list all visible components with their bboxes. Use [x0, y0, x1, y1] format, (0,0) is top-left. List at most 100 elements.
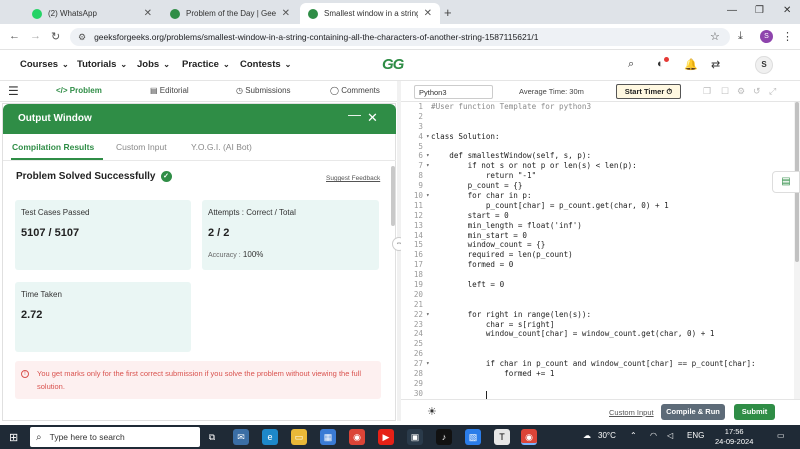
- youtube-icon[interactable]: ▶: [378, 429, 394, 445]
- more-menu-icon[interactable]: ⋮: [782, 30, 793, 43]
- format-icon[interactable]: ☐: [721, 86, 729, 97]
- url-bar[interactable]: ⚙ geeksforgeeks.org/problems/smallest-wi…: [70, 28, 730, 46]
- language-select[interactable]: Python3: [414, 85, 493, 99]
- language-indicator[interactable]: ENG: [687, 431, 704, 440]
- code-line[interactable]: window_count = {}: [431, 240, 791, 250]
- dark-mode-icon[interactable]: ◐: [657, 57, 669, 70]
- hamburger-menu-icon[interactable]: ☰: [8, 84, 19, 98]
- code-line[interactable]: class Solution:: [431, 132, 791, 142]
- lightbulb-icon[interactable]: ☀: [427, 405, 437, 418]
- tab-editorial[interactable]: ▤ Editorial: [150, 86, 189, 95]
- code-line[interactable]: formed += 1: [431, 369, 791, 379]
- code-line[interactable]: for right in range(len(s)):: [431, 310, 791, 320]
- fold-arrow-icon[interactable]: ▾: [426, 132, 430, 142]
- code-line[interactable]: for char in p:: [431, 191, 791, 201]
- restore-window-icon[interactable]: ❐: [755, 5, 764, 16]
- fold-arrow-icon[interactable]: ▾: [426, 310, 430, 320]
- notification-center-icon[interactable]: ▭: [777, 431, 785, 440]
- code-line[interactable]: [431, 270, 791, 280]
- reload-icon[interactable]: ↻: [51, 30, 60, 43]
- code-line[interactable]: char = s[right]: [431, 320, 791, 330]
- system-clock[interactable]: 17:56 24-09-2024: [715, 427, 753, 447]
- fold-arrow-icon[interactable]: ▾: [426, 161, 430, 171]
- fold-arrow-icon[interactable]: ▾: [426, 359, 430, 369]
- tab-problem[interactable]: </> Problem: [56, 86, 102, 95]
- code-line[interactable]: min_start = 0: [431, 231, 791, 241]
- code-line[interactable]: required = len(p_count): [431, 250, 791, 260]
- text-editor-icon[interactable]: T: [494, 429, 510, 445]
- task-view-icon[interactable]: ⧉: [204, 429, 220, 445]
- nav-menu-contests[interactable]: Contests ⌄: [240, 59, 291, 70]
- photos-icon[interactable]: ▧: [465, 429, 481, 445]
- code-line[interactable]: [431, 389, 791, 399]
- left-panel-scrollbar[interactable]: [391, 166, 395, 226]
- code-line[interactable]: [431, 379, 791, 389]
- nav-menu-courses[interactable]: Courses ⌄: [20, 59, 69, 70]
- tiktok-icon[interactable]: ♪: [436, 429, 452, 445]
- minimize-window-icon[interactable]: —: [727, 5, 737, 16]
- code-line[interactable]: [431, 112, 791, 122]
- tab-yogi-ai-bot[interactable]: Y.O.G.I. (AI Bot): [191, 142, 252, 152]
- gfg-logo[interactable]: GG: [382, 56, 404, 73]
- chrome-active-icon[interactable]: ◉: [521, 429, 537, 445]
- back-icon[interactable]: ←: [9, 30, 20, 42]
- chrome-icon[interactable]: ◉: [349, 429, 365, 445]
- site-info-icon[interactable]: ⚙: [78, 32, 86, 43]
- network-icon[interactable]: ◠: [650, 431, 657, 440]
- compile-run-button[interactable]: Compile & Run: [661, 404, 725, 420]
- user-avatar[interactable]: S: [755, 56, 773, 74]
- browser-tab-active[interactable]: Smallest window in a string con ✕: [300, 3, 440, 24]
- suggest-feedback-link[interactable]: Suggest Feedback: [326, 175, 380, 182]
- code-line[interactable]: def smallestWindow(self, s, p):: [431, 151, 791, 161]
- custom-input-link[interactable]: Custom Input: [609, 408, 654, 417]
- weather-temp[interactable]: 30°C: [598, 431, 616, 440]
- windows-start-icon[interactable]: ⊞: [9, 431, 18, 444]
- forward-icon[interactable]: →: [30, 30, 41, 42]
- search-icon[interactable]: ⌕: [628, 58, 634, 71]
- code-line[interactable]: [431, 122, 791, 132]
- tab-custom-input[interactable]: Custom Input: [116, 142, 167, 152]
- code-line[interactable]: #User function Template for python3: [431, 102, 791, 112]
- app-icon[interactable]: ▣: [407, 429, 423, 445]
- browser-tab-potd[interactable]: Problem of the Day | GeeksforG ✕: [162, 3, 298, 24]
- editor-scrollbar[interactable]: [794, 102, 800, 399]
- submit-button[interactable]: Submit: [734, 404, 775, 420]
- fold-arrow-icon[interactable]: ▾: [426, 151, 430, 161]
- weather-icon[interactable]: ☁: [583, 431, 591, 440]
- code-line[interactable]: min_length = float('inf'): [431, 221, 791, 231]
- close-icon[interactable]: ✕: [367, 110, 378, 126]
- tab-compilation-results[interactable]: Compilation Results: [12, 142, 94, 152]
- close-tab-icon[interactable]: ✕: [424, 8, 432, 19]
- code-line[interactable]: p_count[char] = p_count.get(char, 0) + 1: [431, 201, 791, 211]
- code-line[interactable]: start = 0: [431, 211, 791, 221]
- fold-arrow-icon[interactable]: ▾: [426, 191, 430, 201]
- browser-profile-avatar[interactable]: S: [760, 30, 773, 43]
- file-explorer-icon[interactable]: ▭: [291, 429, 307, 445]
- nav-menu-tutorials[interactable]: Tutorials ⌄: [77, 59, 127, 70]
- code-line[interactable]: [431, 142, 791, 152]
- tab-comments[interactable]: ◯ Comments: [330, 86, 380, 95]
- code-line[interactable]: return "-1": [431, 171, 791, 181]
- code-line[interactable]: [431, 339, 791, 349]
- code-line[interactable]: left = 0: [431, 280, 791, 290]
- code-line[interactable]: p_count = {}: [431, 181, 791, 191]
- code-line[interactable]: window_count[char] = window_count.get(ch…: [431, 329, 791, 339]
- start-timer-button[interactable]: Start Timer ⏱: [616, 84, 681, 99]
- store-icon[interactable]: ▦: [320, 429, 336, 445]
- bell-icon[interactable]: 🔔: [684, 58, 698, 71]
- settings-icon[interactable]: ⚙: [737, 86, 745, 97]
- close-window-icon[interactable]: ✕: [783, 5, 791, 16]
- translate-icon[interactable]: ⇄: [711, 58, 720, 71]
- taskbar-search[interactable]: ⌕ Type here to search: [30, 427, 200, 447]
- code-line[interactable]: [431, 300, 791, 310]
- edge-icon[interactable]: e: [262, 429, 278, 445]
- nav-menu-practice[interactable]: Practice ⌄: [182, 59, 230, 70]
- minimize-icon[interactable]: —: [348, 107, 361, 122]
- code-line[interactable]: if char in p_count and window_count[char…: [431, 359, 791, 369]
- code-line[interactable]: [431, 290, 791, 300]
- new-tab-button[interactable]: +: [444, 5, 452, 20]
- nav-menu-jobs[interactable]: Jobs ⌄: [137, 59, 170, 70]
- code-editor[interactable]: 1 2 3 4 ▾ 5 6 ▾ 7 ▾ 8 9 10 ▾ 11 12 13 14 15 16 17 18 19 20 21 22 ▾…: [401, 102, 794, 399]
- browser-tab-whatsapp[interactable]: (2) WhatsApp ✕: [24, 3, 160, 24]
- tray-overflow-icon[interactable]: ⌃: [630, 431, 637, 440]
